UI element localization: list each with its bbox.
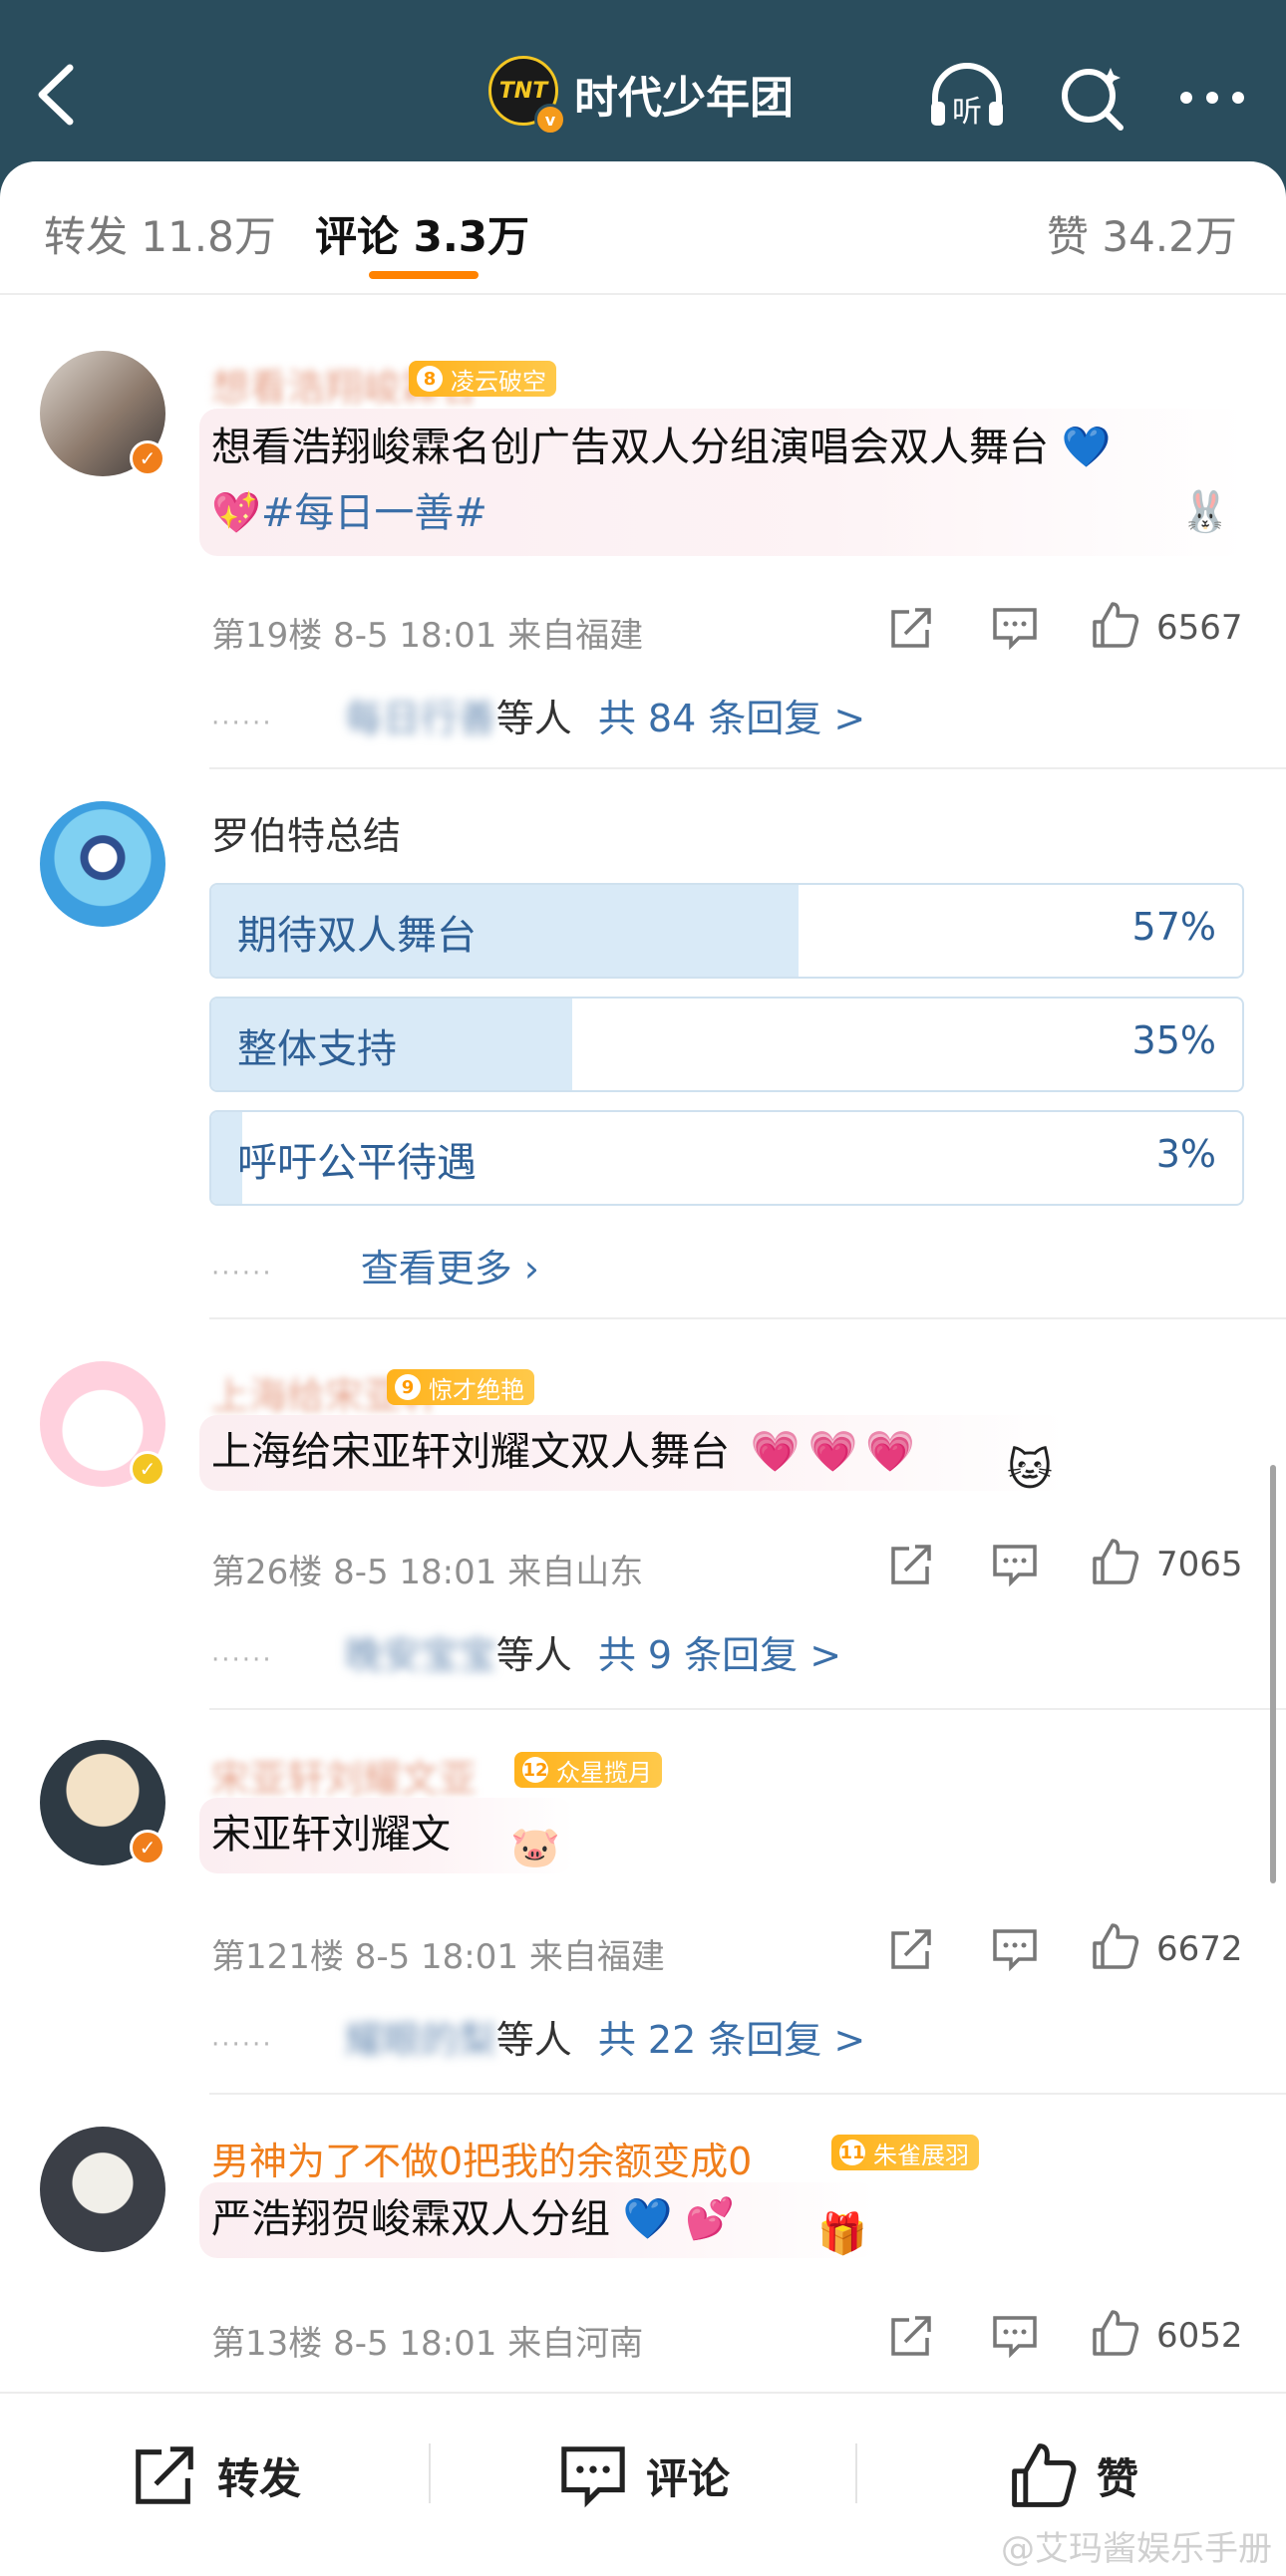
fan-badge: 11 朱雀展羽 — [831, 2135, 979, 2170]
repost-icon — [136, 2446, 193, 2504]
comment-text: 上海给宋亚轩刘耀文双人舞台 💗💗💗 — [211, 1429, 924, 1475]
username[interactable]: 宋亚轩刘耀文亚 — [211, 1748, 477, 1803]
username[interactable]: 男神为了不做0把我的余额变成0 — [211, 2131, 752, 2185]
comment-icon[interactable] — [991, 1925, 1039, 1973]
comment-meta: 第13楼 8-5 18:01 来自河南 — [211, 2324, 644, 2364]
more-icon[interactable] — [1172, 58, 1252, 138]
like-icon[interactable] — [1091, 2308, 1140, 2358]
poll-option-percent: 3% — [1155, 1132, 1216, 1176]
comment-divider — [209, 2093, 1286, 2095]
poll-option-label: 期待双人舞台 — [237, 913, 477, 959]
tab-comments[interactable]: 评论 3.3万 — [315, 203, 529, 264]
like-button[interactable]: 赞 — [1009, 2435, 1138, 2515]
poll-option[interactable]: 整体支持 35% — [209, 997, 1244, 1092]
cat-sticker-icon: 🐱 — [1007, 1445, 1053, 1496]
poll-option[interactable]: 呼吁公平待遇 3% — [209, 1110, 1244, 1206]
pig-sticker-icon: 🐷 — [510, 1825, 560, 1870]
comment-divider — [209, 1317, 1286, 1319]
like-label: 赞 — [1097, 2453, 1139, 2503]
comment-icon[interactable] — [991, 2312, 1039, 2360]
like-count: 6672 — [1156, 1929, 1243, 1969]
view-more-link[interactable]: ······ 查看更多 › — [211, 1238, 539, 1292]
hashtag-link[interactable]: #每日一善# — [261, 490, 487, 536]
username[interactable]: 罗伯特总结 — [211, 805, 401, 860]
like-count: 6567 — [1156, 608, 1243, 648]
repost-icon[interactable] — [887, 1925, 935, 1973]
comment-meta: 第121楼 8-5 18:01 来自福建 — [211, 1937, 665, 1977]
gift-sticker-icon: 🎁 — [817, 2211, 867, 2257]
comment-text: 严浩翔贺峻霖双人分组 💙 💕 — [211, 2196, 736, 2242]
fan-badge: 12 众星揽月 — [514, 1752, 662, 1788]
active-tab-indicator — [369, 271, 479, 279]
fan-badge: 9 惊才绝艳 — [387, 1369, 534, 1405]
poll-option[interactable]: 期待双人舞台 57% — [209, 883, 1244, 979]
like-count: 6052 — [1156, 2316, 1243, 2356]
tab-bar: 转发 11.8万 评论 3.3万 赞 34.2万 — [0, 161, 1286, 301]
comment-icon[interactable] — [991, 1541, 1039, 1588]
avatar[interactable] — [40, 2127, 165, 2252]
page-title: 时代少年团 — [574, 73, 794, 124]
comment-text: 想看浩翔峻霖名创广告双人分组演唱会双人舞台 💙 💖#每日一善# — [211, 425, 1112, 536]
search-icon[interactable] — [1053, 58, 1132, 138]
like-icon[interactable] — [1091, 600, 1140, 650]
svg-text:听: 听 — [952, 95, 982, 130]
avatar[interactable] — [40, 801, 165, 927]
comment-label: 评论 — [646, 2453, 731, 2503]
listen-icon[interactable]: 听 — [927, 58, 1007, 138]
repost-label: 转发 — [217, 2453, 302, 2503]
comment-meta: 第19楼 8-5 18:01 来自福建 — [211, 616, 644, 656]
comment-button[interactable]: 评论 — [558, 2435, 730, 2515]
poll-option-label: 呼吁公平待遇 — [237, 1140, 477, 1186]
repost-icon[interactable] — [887, 604, 935, 652]
repost-icon[interactable] — [887, 2312, 935, 2360]
like-icon — [1012, 2443, 1077, 2507]
comment-meta: 第26楼 8-5 18:01 来自山东 — [211, 1553, 644, 1592]
tabs-divider — [0, 293, 1286, 295]
tab-repost[interactable]: 转发 11.8万 — [44, 203, 276, 264]
comment-icon — [561, 2446, 625, 2508]
comment-divider — [209, 767, 1286, 769]
fan-badge: 8 凌云破空 — [409, 361, 556, 397]
back-icon[interactable] — [30, 60, 90, 130]
repost-icon[interactable] — [887, 1541, 935, 1588]
reply-summary[interactable]: ······ 耀眼的梨等人 共 22 条回复 > — [211, 2009, 865, 2064]
repost-button[interactable]: 转发 — [130, 2435, 301, 2515]
comment-text: 宋亚轩刘耀文 — [211, 1812, 451, 1858]
reply-summary[interactable]: ······ 每日行善等人 共 84 条回复 > — [211, 688, 865, 742]
scrollbar[interactable] — [1270, 1465, 1276, 1883]
poll-option-label: 整体支持 — [237, 1026, 397, 1072]
like-icon[interactable] — [1091, 1537, 1140, 1586]
poll-option-percent: 35% — [1131, 1018, 1216, 1062]
watermark: @艾玛酱娱乐手册 — [1001, 2529, 1272, 2569]
verified-badge-icon: ✓ — [130, 1451, 165, 1487]
separator — [855, 2443, 857, 2503]
like-count: 7065 — [1156, 1545, 1243, 1584]
verified-badge-icon: ✓ — [130, 440, 165, 476]
verified-badge-icon: ✓ — [130, 1830, 165, 1865]
reply-summary[interactable]: ······ 晚安宝宝等人 共 9 条回复 > — [211, 1624, 841, 1679]
bunny-sticker-icon: 🐰 — [1180, 489, 1230, 535]
separator — [429, 2443, 431, 2503]
poll-option-percent: 57% — [1131, 905, 1216, 949]
verified-badge-icon: v — [534, 104, 566, 136]
comment-icon[interactable] — [991, 604, 1039, 652]
like-icon[interactable] — [1091, 1921, 1140, 1971]
comment-divider — [209, 1708, 1286, 1710]
tab-likes[interactable]: 赞 34.2万 — [1047, 203, 1237, 264]
